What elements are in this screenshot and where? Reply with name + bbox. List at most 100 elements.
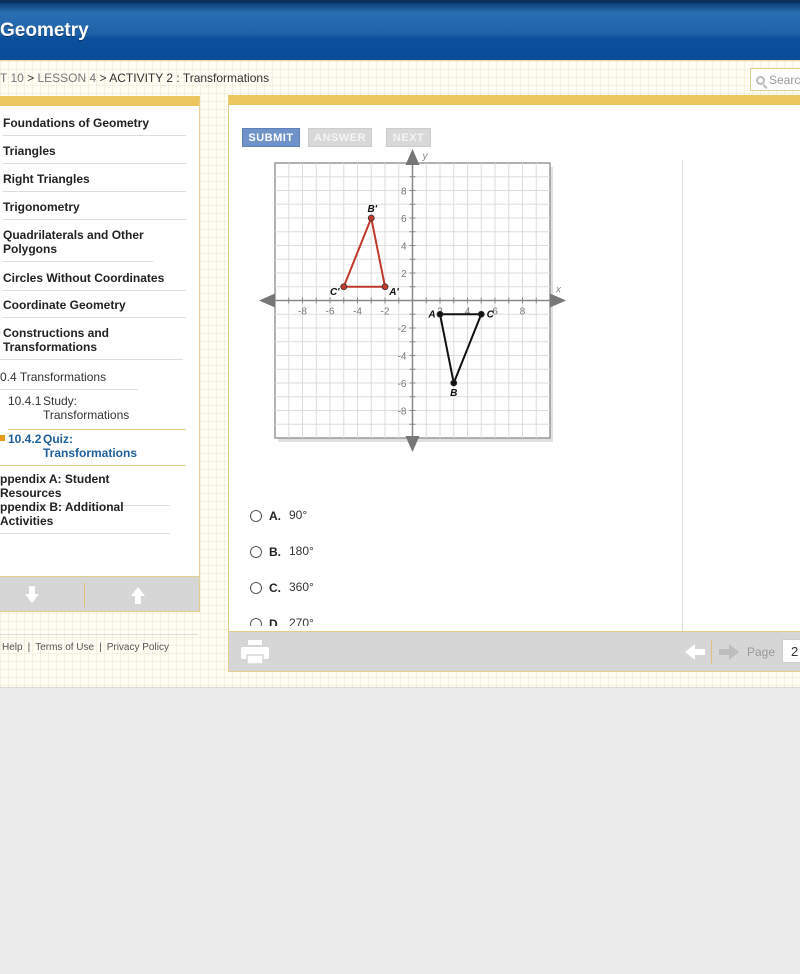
- x-tick-label: 8: [520, 307, 526, 318]
- x-tick-label: -2: [381, 307, 390, 318]
- choice-c[interactable]: C. 360°: [250, 576, 370, 596]
- choice-a[interactable]: A. 90°: [250, 504, 370, 524]
- x-tick-label: -8: [298, 307, 307, 318]
- subitem-line2: Transformations: [43, 446, 138, 460]
- choice-letter: A.: [269, 509, 281, 523]
- search-input[interactable]: Search: [750, 68, 800, 91]
- course-sidebar: Foundations of Geometry Triangles Right …: [0, 96, 200, 612]
- sidebar-item-quadrilaterals[interactable]: Quadrilaterals and Other Polygons: [3, 228, 153, 262]
- sidebar-nav-bar: [0, 576, 200, 612]
- choice-value: 270°: [289, 616, 314, 626]
- sidebar-item-prefix: 0: [0, 326, 1, 340]
- radio-button[interactable]: [250, 510, 262, 522]
- terms-link[interactable]: Terms of Use: [35, 642, 94, 653]
- y-tick-label: -4: [398, 352, 407, 363]
- subitem-line1: Quiz:: [43, 432, 73, 446]
- breadcrumb-activity: ACTIVITY 2 : Transformations: [109, 71, 270, 85]
- choice-letter: D.: [269, 617, 281, 626]
- original-vertex-label: B: [450, 388, 457, 399]
- breadcrumb: T 10 > LESSON 4 > ACTIVITY 2 : Transform…: [0, 71, 269, 85]
- y-tick-label: 4: [401, 242, 407, 253]
- image-vertex: [367, 214, 375, 222]
- subitem-line2: Transformations: [43, 408, 130, 422]
- page-label: Page: [747, 645, 776, 659]
- subitem-line1: Study:: [43, 394, 78, 408]
- breadcrumb-unit[interactable]: T 10: [0, 71, 24, 85]
- y-tick-label: -6: [398, 379, 407, 390]
- y-axis-bottom-arrow: [405, 436, 420, 452]
- y-tick-label: -8: [398, 407, 407, 418]
- image-vertex-label: A': [388, 287, 399, 298]
- y-tick-label: 8: [401, 187, 407, 198]
- help-link[interactable]: Help: [2, 642, 23, 653]
- active-bullet-icon: [0, 435, 5, 441]
- choice-value: 90°: [289, 508, 308, 522]
- sidebar-item-appendix-b[interactable]: ppendix B: Additional Activities: [0, 500, 170, 534]
- course-title: Geometry: [0, 20, 89, 41]
- original-vertex: [477, 310, 485, 318]
- image-vertex-label: B': [367, 204, 377, 215]
- section-number: 0.4: [0, 370, 17, 384]
- sidebar-section-transformations[interactable]: 0.4 Transformations: [0, 370, 138, 390]
- bottom-toolbar: Page 2: [228, 631, 800, 672]
- x-axis-label: x: [555, 285, 562, 296]
- choice-letter: B.: [269, 545, 281, 559]
- nav-divider: [84, 583, 85, 607]
- sidebar-item-right-triangles[interactable]: Right Triangles: [3, 172, 186, 192]
- sidebar-subitem-quiz[interactable]: 10.4.2 Quiz: Transformations: [0, 429, 186, 466]
- pagination-divider: [711, 640, 712, 664]
- original-vertex-label: C: [487, 309, 495, 320]
- breadcrumb-separator: >: [27, 71, 35, 85]
- x-tick-label: -4: [353, 307, 362, 318]
- choice-value: 180°: [289, 544, 314, 558]
- original-vertex: [436, 310, 444, 318]
- sidebar-item-foundations[interactable]: Foundations of Geometry: [3, 116, 186, 136]
- coordinate-graph: -8-6-4-224688642-2-4-6-8xyABCA'B'C': [259, 149, 566, 452]
- y-tick-label: 2: [401, 269, 407, 280]
- y-axis-label: y: [422, 151, 429, 162]
- search-icon: [756, 76, 765, 85]
- footer-divider: [0, 634, 198, 635]
- y-axis-top-arrow: [405, 149, 420, 165]
- sidebar-item-triangles[interactable]: Triangles: [3, 144, 186, 164]
- sidebar-item-circles[interactable]: Circles Without Coordinates: [3, 271, 186, 291]
- sidebar-item-constructions[interactable]: 0 Constructions and Transformations: [0, 326, 183, 360]
- sidebar-item-label: Constructions and Transformations: [3, 326, 110, 354]
- y-tick-label: -2: [398, 324, 407, 335]
- privacy-link[interactable]: Privacy Policy: [107, 642, 169, 653]
- scroll-down-icon[interactable]: [24, 586, 40, 604]
- choice-b[interactable]: B. 180°: [250, 540, 370, 560]
- x-tick-label: -6: [326, 307, 335, 318]
- sidebar-item-trigonometry[interactable]: Trigonometry: [3, 200, 186, 220]
- print-icon[interactable]: [241, 640, 269, 664]
- footer-links: Help | Terms of Use | Privacy Policy: [2, 642, 169, 653]
- image-vertex-label: C': [330, 287, 340, 298]
- radio-button[interactable]: [250, 618, 262, 626]
- radio-button[interactable]: [250, 582, 262, 594]
- image-vertex: [340, 283, 348, 291]
- y-tick-label: 6: [401, 214, 407, 225]
- previous-page-icon[interactable]: [685, 644, 705, 660]
- subitem-number: 10.4.2: [8, 432, 42, 446]
- breadcrumb-separator: >: [99, 71, 107, 85]
- app-header: Geometry: [0, 0, 800, 60]
- subitem-number: 10.4.1: [8, 394, 42, 408]
- sidebar-subitem-study[interactable]: 10.4.1 Study: Transformations: [8, 394, 186, 430]
- section-label: Transformations: [19, 370, 107, 384]
- next-page-icon[interactable]: [719, 644, 739, 660]
- x-tick-label: 4: [465, 307, 471, 318]
- x-axis-right-arrow: [550, 293, 566, 308]
- scroll-up-icon[interactable]: [130, 586, 146, 604]
- page-number-input[interactable]: 2: [782, 639, 800, 663]
- image-vertex: [381, 283, 389, 291]
- x-axis-left-arrow: [259, 293, 275, 308]
- original-vertex: [450, 379, 458, 387]
- breadcrumb-lesson[interactable]: LESSON 4: [38, 71, 97, 85]
- choice-d[interactable]: D. 270°: [250, 612, 370, 626]
- radio-button[interactable]: [250, 546, 262, 558]
- panel-divider: [682, 160, 683, 642]
- sidebar-item-coordinate-geometry[interactable]: Coordinate Geometry: [3, 298, 186, 318]
- choice-value: 360°: [289, 580, 314, 594]
- original-vertex-label: A: [427, 309, 435, 320]
- choice-letter: C.: [269, 581, 281, 595]
